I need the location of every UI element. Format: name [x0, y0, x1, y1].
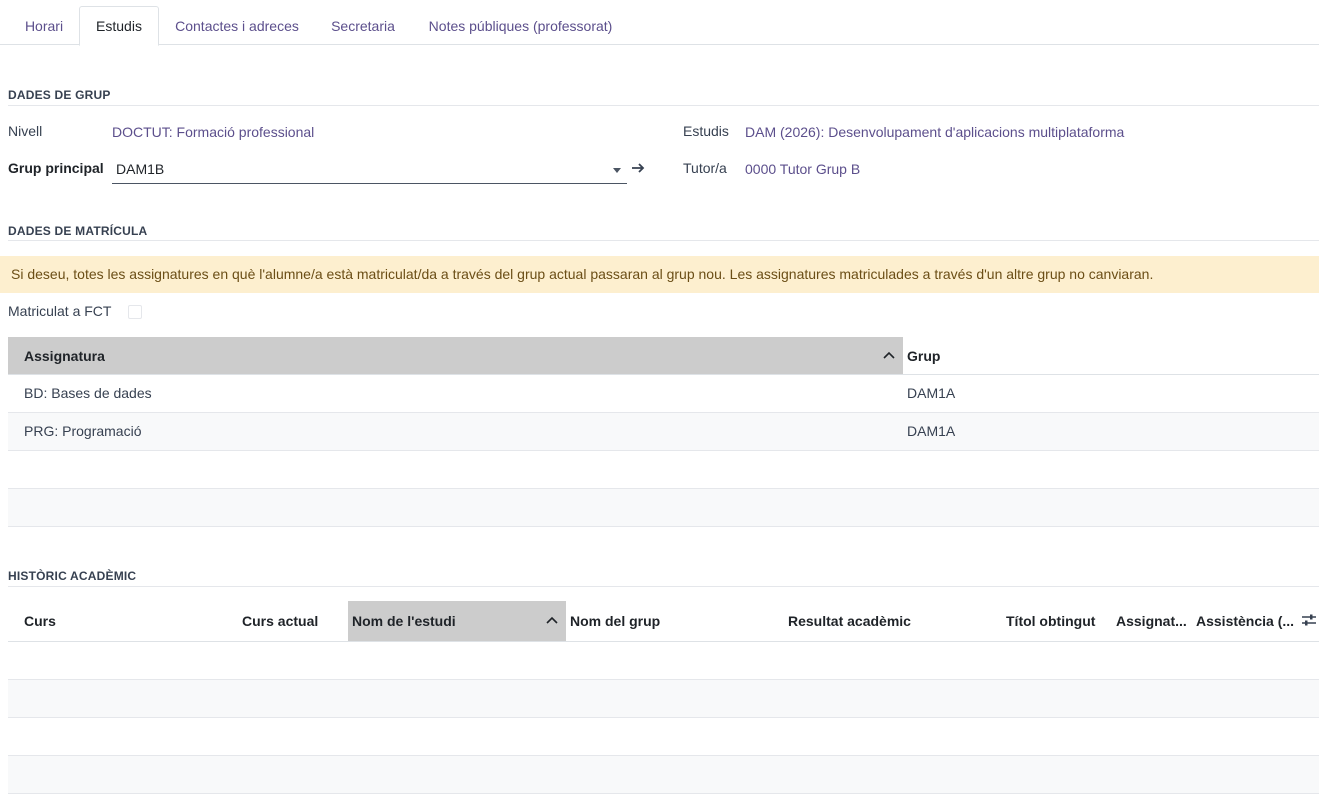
cell-subject: PRG: Programació [24, 423, 142, 439]
column-header-curs[interactable]: Curs [8, 601, 228, 641]
table-row[interactable]: PRG: Programació DAM1A [8, 413, 1319, 451]
studies-label: Estudis [683, 123, 729, 139]
section-divider [8, 105, 1319, 106]
column-header-curs-actual[interactable]: Curs actual [226, 601, 348, 641]
table-header: Curs Curs actual Nom de l'estudi Nom del… [8, 601, 1319, 642]
tab-estudis[interactable]: Estudis [79, 6, 159, 46]
column-header-grup[interactable]: Grup [903, 337, 1319, 374]
tab-secretaria[interactable]: Secretaria [316, 6, 410, 45]
main-group-select[interactable]: DAM1B [112, 156, 627, 184]
tab-notes-publiques[interactable]: Notes públiques (professorat) [413, 6, 628, 45]
arrow-right-icon[interactable] [631, 161, 645, 181]
main-group-value: DAM1B [116, 161, 165, 177]
tab-contactes[interactable]: Contactes i adreces [160, 6, 314, 45]
empty-row [8, 451, 1319, 489]
empty-row [8, 756, 1319, 794]
subjects-table: Assignatura Grup BD: Bases de dades DAM1… [8, 337, 1319, 527]
fct-label: Matriculat a FCT [8, 303, 112, 319]
level-label: Nivell [8, 123, 43, 139]
column-header-assistencia[interactable]: Assistència (... [1192, 601, 1296, 641]
tab-horari[interactable]: Horari [10, 6, 78, 45]
empty-row [8, 489, 1319, 527]
column-header-resultat[interactable]: Resultat acadèmic [784, 601, 1002, 641]
column-header-nom-grup[interactable]: Nom del grup [566, 601, 784, 641]
column-header-assignatures[interactable]: Assignat... [1112, 601, 1194, 641]
sort-up-icon [546, 601, 558, 641]
section-title-enrollment: DADES DE MATRÍCULA [8, 224, 148, 238]
column-settings-icon[interactable] [1301, 613, 1317, 630]
section-divider [8, 240, 1319, 241]
cell-group: DAM1A [907, 385, 956, 401]
empty-row [8, 642, 1319, 680]
cell-subject: BD: Bases de dades [24, 385, 152, 401]
empty-row [8, 680, 1319, 718]
empty-row [8, 718, 1319, 756]
column-header-assignatura[interactable]: Assignatura [8, 337, 903, 374]
level-link[interactable]: DOCTUT: Formació professional [112, 124, 314, 140]
warning-alert: Si deseu, totes les assignatures en què … [0, 256, 1319, 293]
table-header: Assignatura Grup [8, 337, 1319, 375]
section-divider [8, 586, 1319, 587]
fct-checkbox[interactable] [128, 305, 142, 319]
tutor-link[interactable]: 0000 Tutor Grup B [745, 161, 860, 177]
column-header-nom-estudi[interactable]: Nom de l'estudi [348, 601, 566, 641]
studies-link[interactable]: DAM (2026): Desenvolupament d'aplicacion… [745, 124, 1124, 140]
history-table: Curs Curs actual Nom de l'estudi Nom del… [8, 601, 1319, 794]
tutor-label: Tutor/a [683, 160, 727, 176]
tab-bar: Horari Estudis Contactes i adreces Secre… [0, 0, 1319, 46]
table-row[interactable]: BD: Bases de dades DAM1A [8, 375, 1319, 413]
sort-up-icon [883, 337, 895, 375]
section-title-history: HISTÒRIC ACADÈMIC [8, 569, 137, 583]
section-title-group: DADES DE GRUP [8, 88, 111, 102]
cell-group: DAM1A [907, 423, 956, 439]
chevron-down-icon [613, 168, 621, 173]
main-group-label: Grup principal [8, 160, 104, 176]
column-header-titol[interactable]: Títol obtingut [1002, 601, 1110, 641]
